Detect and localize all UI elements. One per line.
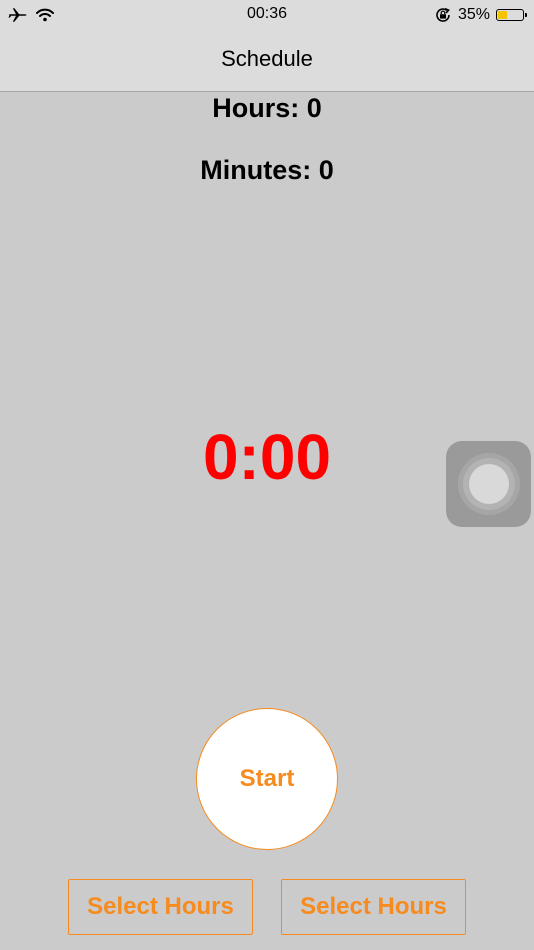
select-hours-button-left[interactable]: Select Hours — [68, 879, 253, 935]
status-right-icons: 35% — [434, 4, 527, 26]
minutes-label: Minutes: 0 — [200, 155, 334, 185]
start-button[interactable]: Start — [196, 708, 338, 850]
status-bar: 00:36 35% — [0, 0, 534, 30]
navigation-bar: Schedule — [0, 30, 534, 92]
assistive-touch-center — [468, 464, 509, 504]
hours-label: Hours: 0 — [212, 93, 322, 123]
battery-level — [498, 11, 508, 19]
battery-icon — [496, 9, 527, 21]
page-title: Schedule — [221, 46, 313, 71]
assistive-touch-button[interactable] — [446, 441, 531, 527]
battery-tip — [525, 13, 527, 17]
orientation-lock-icon — [436, 7, 450, 22]
battery-percent: 35% — [457, 6, 490, 23]
select-hours-button-right[interactable]: Select Hours — [281, 879, 466, 935]
